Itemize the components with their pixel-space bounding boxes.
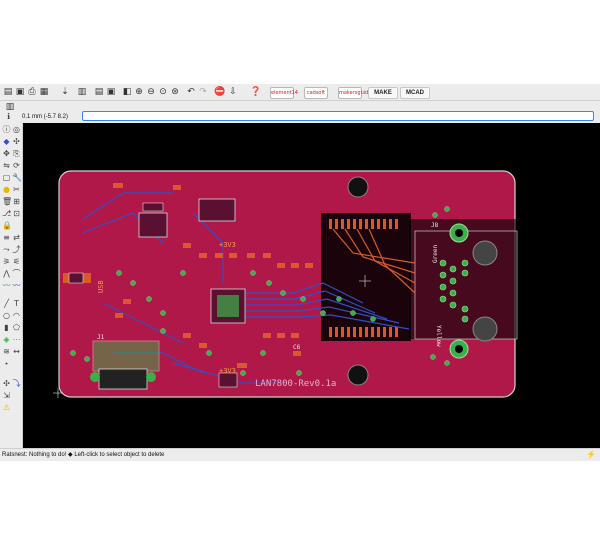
label-j1: J1 <box>97 334 105 341</box>
copy-tool-icon[interactable]: ⎘ <box>12 149 21 158</box>
attribute-tool-icon[interactable]: ≋ <box>2 347 11 356</box>
misc-tool-icon[interactable]: ⤵ <box>12 379 21 388</box>
pcb-drawing: LAN7800-Rev0.1a J8 Green Yellow USB +3V3… <box>53 170 521 398</box>
capacitor-large <box>218 372 238 388</box>
rect-tool-icon[interactable]: ▮ <box>2 323 11 332</box>
print-icon[interactable]: ⎙ <box>27 86 37 98</box>
display-tool-icon[interactable]: ◆ <box>2 137 11 146</box>
mcad-button[interactable]: MCAD <box>400 87 430 99</box>
auto-tool-icon[interactable]: ✣ <box>2 379 11 388</box>
label-yellow: Yellow <box>435 325 442 347</box>
split-tool-icon[interactable]: ≡ <box>2 233 11 242</box>
drc-tool-icon[interactable]: ⋆ <box>2 359 11 368</box>
autorouter-tool-icon[interactable]: ⚟ <box>12 257 21 266</box>
help-icon[interactable]: ❓ <box>250 86 261 98</box>
regulator-b <box>198 198 236 222</box>
label-usb: USB <box>97 280 105 293</box>
arc-tool-icon[interactable]: ⌒ <box>12 269 21 278</box>
label-green: Green <box>432 245 439 263</box>
via-tool-icon[interactable]: ◈ <box>2 335 11 344</box>
change-tool-icon[interactable]: 🔧 <box>12 173 22 182</box>
ratsnest-tool-icon[interactable]: 〰 <box>2 281 11 290</box>
stop-icon[interactable]: ⛔ <box>214 86 225 98</box>
zoom-fit-icon[interactable]: ◧ <box>122 86 132 98</box>
meander-tool-icon[interactable]: ⚞ <box>2 257 11 266</box>
label-c6: C6 <box>293 344 301 351</box>
status-ok-icon: ⚡ <box>586 450 596 459</box>
line-tool-icon[interactable]: ╱ <box>2 299 11 308</box>
hole-tool-icon[interactable]: ⋯ <box>12 335 21 344</box>
undo-icon[interactable]: ↶ <box>186 86 196 98</box>
polygon-tool-icon[interactable]: ⬠ <box>12 323 21 332</box>
cam-icon[interactable]: ▦ <box>39 86 49 98</box>
wire-tool-icon[interactable]: ⋀ <box>2 269 11 278</box>
cadsoft-badge[interactable]: cadsoft <box>304 87 328 99</box>
board-canvas[interactable]: LAN7800-Rev0.1a J8 Green Yellow USB +3V3… <box>23 123 600 448</box>
signal-tool-icon[interactable]: 〰 <box>12 281 21 290</box>
mount-hole-top <box>347 176 369 198</box>
coordinate-display: 0.1 mm (-5.7 8.2) <box>22 114 69 120</box>
usb-connector <box>92 340 160 372</box>
redraw-icon[interactable]: ⊛ <box>170 86 180 98</box>
board-icon[interactable]: ▣ <box>106 86 116 98</box>
make-button[interactable]: MAKE <box>368 87 398 99</box>
group-tool-icon[interactable]: ▢ <box>2 173 11 182</box>
ulp-icon[interactable]: ▥ <box>77 86 87 98</box>
label-3v3-top: +3V3 <box>219 241 236 249</box>
zoom-in-icon[interactable]: ⊕ <box>134 86 144 98</box>
info-tool-icon[interactable]: ⓘ <box>2 125 11 134</box>
move-tool-icon[interactable]: ✥ <box>2 149 11 158</box>
lock-tool-icon[interactable]: ⊡ <box>12 209 21 218</box>
circle-tool-icon[interactable]: ○ <box>2 311 11 320</box>
status-text: Ratsnest: Nothing to do! ◆ Left-click to… <box>2 452 165 458</box>
show-tool-icon[interactable]: ◎ <box>12 125 21 134</box>
text-tool-icon[interactable]: T <box>12 299 21 308</box>
mount-hole-bottom <box>347 364 369 386</box>
add-tool-icon[interactable]: ⊞ <box>12 197 21 206</box>
dimension-tool-icon[interactable]: ↔ <box>12 347 21 356</box>
go-icon[interactable]: ⇩ <box>228 86 238 98</box>
delete-tool-icon[interactable]: 🗑 <box>2 197 12 206</box>
warning-icon[interactable]: ⚠ <box>2 403 11 412</box>
paste-tool-icon[interactable]: ● <box>2 185 11 194</box>
save-icon[interactable]: ▣ <box>15 86 25 98</box>
measure-tool-icon[interactable]: ⇲ <box>2 391 11 400</box>
schematic-icon[interactable]: ▤ <box>94 86 104 98</box>
makersguide-badge[interactable]: makersguide <box>338 87 371 99</box>
label-j8: J8 <box>431 222 439 229</box>
make-label: MAKE <box>374 90 392 96</box>
script-icon[interactable]: ⇣ <box>60 86 70 98</box>
status-bar: Ratsnest: Nothing to do! ◆ Left-click to… <box>0 448 600 461</box>
mark-tool-icon[interactable]: ✣ <box>12 137 21 146</box>
tool-sidebar: ⓘ ◎ ◆ ✣ ✥ ⎘ ⇋ ⟳ ▢ 🔧 ● ✂ 🗑 ⊞ ⎇ ⊡ 🔒 ≡ ⇄ ⤳ … <box>0 123 23 448</box>
zoom-out-icon[interactable]: ⊖ <box>146 86 156 98</box>
redo-icon[interactable]: ↷ <box>198 86 208 98</box>
command-input[interactable] <box>82 111 594 121</box>
info-icon[interactable]: ℹ <box>4 112 13 121</box>
ripup-tool-icon[interactable]: ⤴ <box>12 245 21 254</box>
parameter-toolbar: ▥ <box>0 101 600 112</box>
optimize-tool-icon[interactable]: ⇄ <box>12 233 21 242</box>
zoom-select-icon[interactable]: ⊙ <box>158 86 168 98</box>
lock-icon[interactable]: 🔒 <box>2 221 12 230</box>
main-toolbar: ▤ ▣ ⎙ ▦ ⇣ ▥ ▤ ▣ ◧ ⊕ ⊖ ⊙ ⊛ ↶ ↷ ⛔ ⇩ ❓ elem… <box>0 84 600 101</box>
label-3v3-bottom: +3V3 <box>219 367 236 375</box>
command-row: ℹ 0.1 mm (-5.7 8.2) <box>0 111 600 123</box>
replace-tool-icon[interactable]: ⎇ <box>2 209 11 218</box>
cut-tool-icon[interactable]: ✂ <box>12 185 21 194</box>
regulator-a <box>138 212 168 238</box>
mirror-tool-icon[interactable]: ⇋ <box>2 161 11 170</box>
route-tool-icon[interactable]: ⤳ <box>2 245 11 254</box>
crystal <box>68 272 84 284</box>
board-title: LAN7800-Rev0.1a <box>255 379 336 389</box>
open-icon[interactable]: ▤ <box>3 86 13 98</box>
rotate-tool-icon[interactable]: ⟳ <box>12 161 21 170</box>
mcad-label: MCAD <box>406 90 424 96</box>
arc2-tool-icon[interactable]: ◠ <box>12 311 21 320</box>
element14-badge[interactable]: element14 <box>270 87 298 99</box>
